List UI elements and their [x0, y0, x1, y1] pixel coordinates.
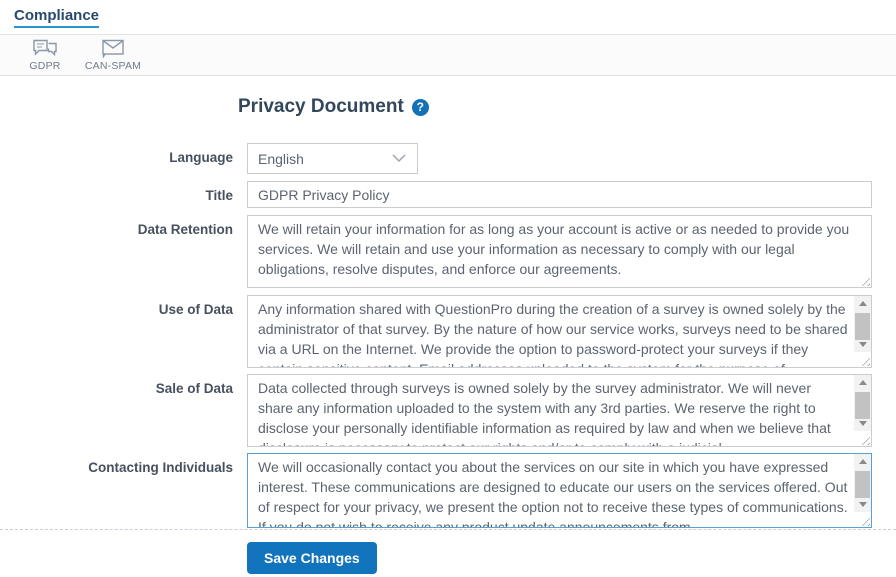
sale-of-data-label: Sale of Data [0, 374, 233, 447]
scrollbar[interactable] [854, 375, 871, 431]
data-retention-textarea[interactable]: We will retain your information for as l… [247, 215, 872, 288]
compliance-toolbar: GDPR CAN-SPAM [0, 34, 896, 76]
resize-handle-icon[interactable] [858, 354, 870, 366]
envelope-icon [100, 38, 126, 58]
scrollbar-track[interactable] [854, 469, 871, 497]
triangle-down-icon [859, 502, 867, 507]
privacy-document-form: Language English Title Data Retention We… [0, 143, 896, 528]
scrollbar[interactable] [854, 296, 871, 352]
triangle-down-icon [859, 421, 867, 426]
scrollbar-track[interactable] [854, 311, 871, 337]
section-divider [0, 529, 896, 530]
speech-bubbles-icon [32, 38, 58, 58]
contacting-individuals-textarea[interactable]: We will occasionally contact you about t… [247, 453, 872, 528]
scrollbar-thumb[interactable] [855, 313, 870, 340]
chevron-down-icon [391, 150, 407, 168]
title-input[interactable] [247, 181, 872, 208]
data-retention-label: Data Retention [0, 215, 233, 288]
scroll-up-button[interactable] [854, 296, 871, 311]
scrollbar-track[interactable] [854, 390, 871, 416]
toolbar-item-label: GDPR [29, 60, 60, 72]
use-of-data-label: Use of Data [0, 295, 233, 368]
help-icon[interactable]: ? [412, 99, 429, 116]
breadcrumb-compliance-link[interactable]: Compliance [14, 7, 99, 28]
top-nav: Compliance [0, 0, 896, 34]
use-of-data-textarea[interactable]: Any information shared with QuestionPro … [247, 295, 872, 368]
resize-handle-icon[interactable] [858, 514, 870, 526]
scrollbar-thumb[interactable] [855, 392, 870, 419]
contacting-individuals-text[interactable]: We will occasionally contact you about t… [248, 454, 856, 528]
sale-of-data-text[interactable]: Data collected through surveys is owned … [248, 375, 856, 447]
scrollbar[interactable] [854, 454, 871, 512]
language-selected-value: English [258, 151, 391, 167]
triangle-up-icon [859, 301, 867, 306]
language-label: Language [0, 143, 233, 174]
page-title: Privacy Document [238, 96, 404, 118]
scrollbar-thumb[interactable] [855, 471, 870, 498]
title-label: Title [0, 181, 233, 208]
language-select[interactable]: English [247, 143, 418, 174]
scroll-up-button[interactable] [854, 375, 871, 390]
toolbar-item-gdpr[interactable]: GDPR [16, 35, 74, 75]
scroll-down-button[interactable] [854, 497, 871, 512]
save-changes-button[interactable]: Save Changes [247, 542, 377, 574]
resize-handle-icon[interactable] [858, 433, 870, 445]
scroll-up-button[interactable] [854, 454, 871, 469]
triangle-down-icon [859, 342, 867, 347]
triangle-up-icon [859, 459, 867, 464]
toolbar-item-can-spam[interactable]: CAN-SPAM [84, 35, 142, 75]
triangle-up-icon [859, 380, 867, 385]
use-of-data-text[interactable]: Any information shared with QuestionPro … [248, 296, 856, 368]
page-heading: Privacy Document ? [238, 96, 896, 118]
contacting-individuals-label: Contacting Individuals [0, 453, 233, 528]
sale-of-data-textarea[interactable]: Data collected through surveys is owned … [247, 374, 872, 447]
toolbar-item-label: CAN-SPAM [85, 60, 141, 72]
data-retention-text[interactable]: We will retain your information for as l… [248, 216, 871, 288]
